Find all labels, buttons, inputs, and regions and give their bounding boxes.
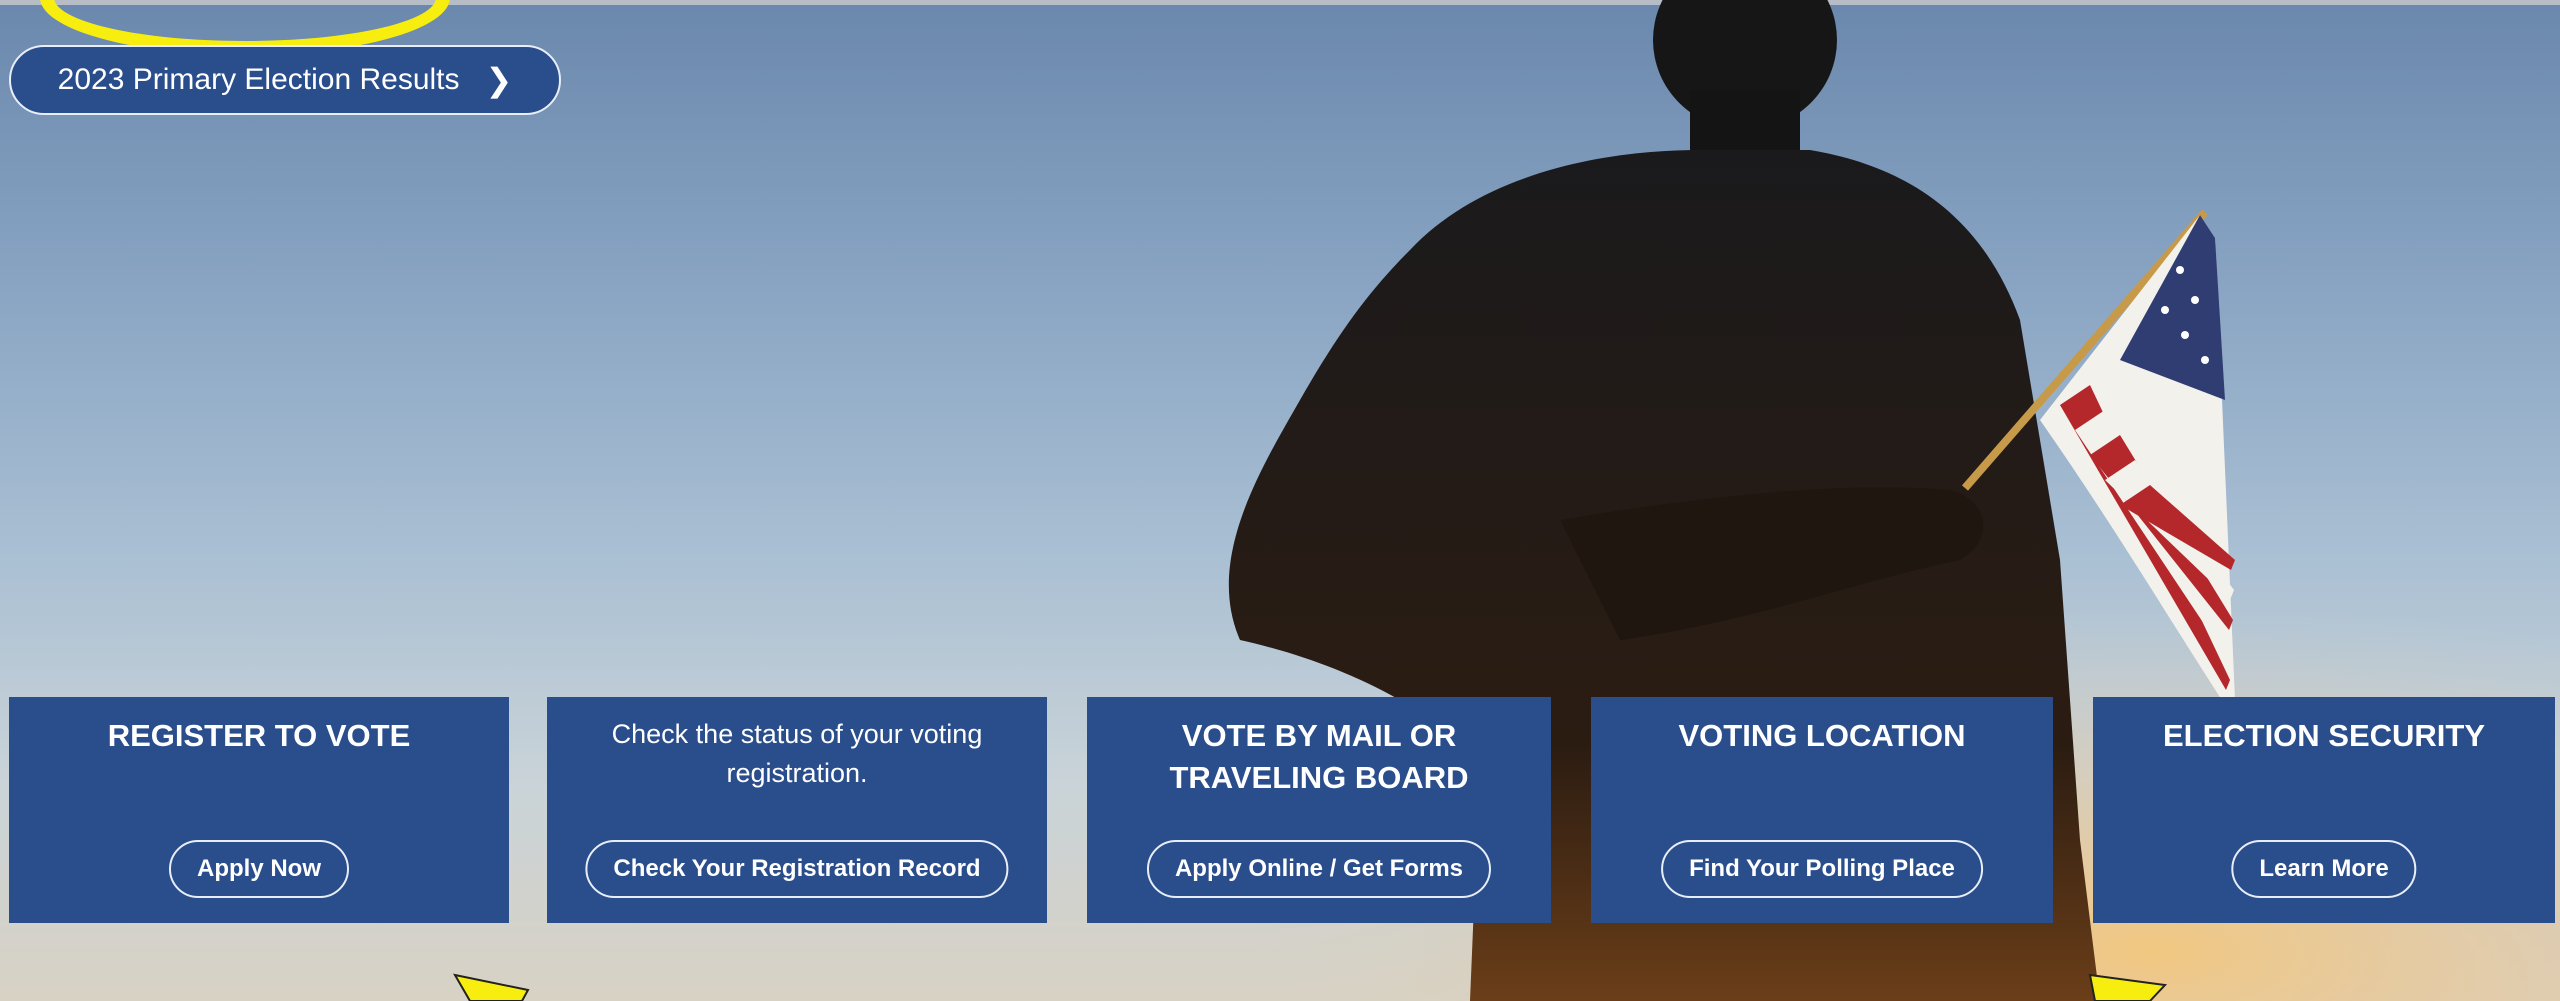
learn-more-button[interactable]: Learn More [2231,840,2417,898]
find-polling-place-button[interactable]: Find Your Polling Place [1661,840,1983,898]
page: 2023 Primary Election Results ❯ REGISTER… [0,0,2560,1001]
chevron-right-icon: ❯ [485,62,513,98]
primary-election-results-button[interactable]: 2023 Primary Election Results ❯ [9,45,561,115]
card-title: REGISTER TO VOTE [107,718,411,753]
card-title: VOTE BY MAIL OR TRAVELING BOARD [1169,718,1469,795]
card-title: VOTING LOCATION [1678,718,1966,753]
apply-online-button[interactable]: Apply Online / Get Forms [1146,840,1492,898]
card-title: ELECTION SECURITY [2162,718,2486,753]
check-registration-button[interactable]: Check Your Registration Record [585,840,1009,898]
results-button-label: 2023 Primary Election Results [57,63,460,96]
card-registration-status: Check the status of your voting registra… [547,697,1047,923]
card-description: Check the status of your voting registra… [611,719,983,788]
card-vote-by-mail: VOTE BY MAIL OR TRAVELING BOARD Apply On… [1087,697,1551,923]
apply-now-button[interactable]: Apply Now [169,840,349,898]
card-election-security: ELECTION SECURITY Learn More [2093,697,2555,923]
card-register-to-vote: REGISTER TO VOTE Apply Now [9,697,509,923]
card-voting-location: VOTING LOCATION Find Your Polling Place [1591,697,2053,923]
